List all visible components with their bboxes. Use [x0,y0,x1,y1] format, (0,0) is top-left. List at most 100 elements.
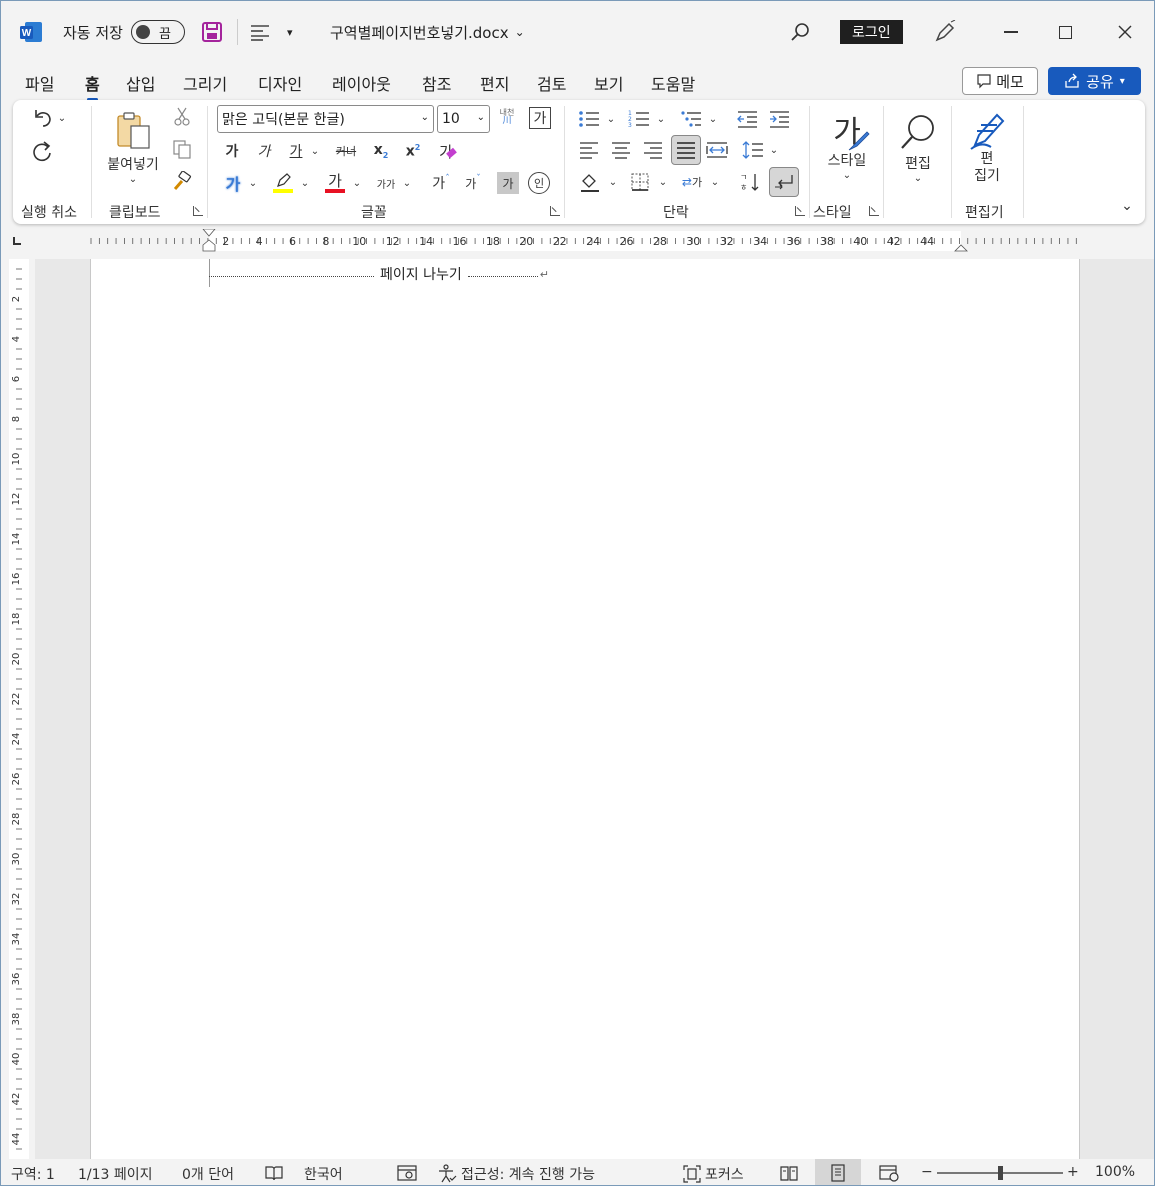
zoom-level[interactable]: 100% [1095,1164,1135,1180]
macro-button[interactable] [397,1164,417,1182]
bold-button[interactable]: 가 [221,138,243,164]
underline-button[interactable]: 가 [285,138,307,164]
align-right-button[interactable] [641,137,665,163]
editing-button[interactable]: 편집 ⌄ [893,106,943,190]
numbering-dropdown[interactable]: ⌄ [655,106,667,132]
justify-button[interactable] [671,135,701,165]
superscript-button[interactable]: x2 [401,138,425,164]
asian-layout-dropdown[interactable]: ⌄ [709,169,721,195]
status-language[interactable]: 한국어 [304,1164,343,1184]
undo-button[interactable]: ⌄ [29,106,69,130]
page-break-marker[interactable]: 페이지 나누기 ↵ [209,265,549,283]
print-layout-button[interactable] [815,1159,861,1185]
editor-button[interactable]: 편 집기 [959,106,1015,190]
multilevel-dropdown[interactable]: ⌄ [707,106,719,132]
paragraph-launcher-icon[interactable] [795,206,805,216]
close-button[interactable] [1105,15,1145,49]
cut-button[interactable] [171,106,193,128]
zoom-slider[interactable] [937,1166,1063,1180]
increase-indent-button[interactable] [767,106,791,132]
status-section[interactable]: 구역: 1 [11,1164,55,1184]
enclosed-char-button[interactable]: 인 [528,172,550,194]
paste-button[interactable]: 붙여넣기 ⌄ [101,106,165,188]
login-button[interactable]: 로그인 [840,19,903,45]
multilevel-list-button[interactable] [679,106,703,132]
char-spacing-dropdown[interactable]: ⌄ [401,170,413,196]
text-effects-dropdown[interactable]: ⌄ [247,170,259,196]
font-launcher-icon[interactable] [550,206,560,216]
asian-layout-button[interactable]: ⇄ 가 [679,169,705,195]
tab-view[interactable]: 보기 [594,71,623,95]
autosave-toggle[interactable]: 끔 [130,20,185,44]
sort-button[interactable]: ㄱ ㅎ [737,169,763,195]
zoom-out-button[interactable]: − [921,1164,933,1180]
shading-button[interactable] [577,169,603,195]
document-page[interactable]: 페이지 나누기 ↵ [90,259,1080,1159]
search-button[interactable] [789,19,811,45]
borders-dropdown[interactable]: ⌄ [657,169,669,195]
vertical-ruler[interactable]: 2468101214161820222426283032343638404244 [1,259,35,1159]
status-page[interactable]: 1/13 페이지 [78,1164,153,1184]
save-button[interactable] [201,19,223,45]
memo-button[interactable]: 메모 [962,67,1038,95]
tab-file[interactable]: 파일 [25,71,54,95]
char-shading-button[interactable]: 가 [497,172,519,194]
document-area[interactable]: 페이지 나누기 ↵ [35,259,1154,1159]
focus-button[interactable]: 포커스 [683,1164,744,1184]
font-color-dropdown[interactable]: ⌄ [351,170,363,196]
tab-mailings[interactable]: 편지 [480,71,509,95]
styles-launcher-icon[interactable] [869,206,879,216]
web-layout-button[interactable] [879,1164,899,1182]
show-marks-button[interactable] [769,167,799,197]
document-title[interactable]: 구역별페이지번호넣기.docx ⌄ [330,19,525,45]
clipboard-launcher-icon[interactable] [193,206,203,216]
font-size-select[interactable]: 10 ⌄ [437,105,490,133]
line-spacing-button[interactable] [741,137,765,163]
highlight-dropdown[interactable]: ⌄ [299,170,311,196]
redo-button[interactable] [29,138,55,164]
numbering-button[interactable]: 1 2 3 [627,106,651,132]
minimize-button[interactable] [991,15,1031,49]
horizontal-ruler[interactable]: 2 4 6 8 10 12 14 16 18 20 22 24 26 28 30 32 34 36 38 40 42 44 [36,229,1081,253]
shrink-font-button[interactable]: 가ˇ [459,170,487,196]
highlight-button[interactable] [271,170,295,196]
distribute-button[interactable] [705,137,729,163]
phonetic-guide-button[interactable]: 내천 川 [495,105,519,129]
format-painter-button[interactable] [171,170,193,192]
decrease-indent-button[interactable] [735,106,759,132]
ruler-corner-tab[interactable] [13,237,21,245]
share-button[interactable]: 공유 ▾ [1048,67,1141,95]
subscript-button[interactable]: x2 [369,138,393,164]
autosave-control[interactable]: 자동 저장 끔 [63,19,185,45]
maximize-button[interactable] [1045,15,1085,49]
borders-button[interactable] [627,169,653,195]
tab-review[interactable]: 검토 [537,71,566,95]
zoom-slider-thumb[interactable] [997,1166,1003,1180]
copy-button[interactable] [171,138,193,160]
proofing-button[interactable] [264,1164,284,1182]
tab-insert[interactable]: 삽입 [126,71,155,95]
tab-references[interactable]: 참조 [422,71,451,95]
pen-button[interactable] [933,19,957,45]
tab-draw[interactable]: 그리기 [183,71,227,95]
shading-dropdown[interactable]: ⌄ [607,169,619,195]
collapse-ribbon-button[interactable]: ⌄ [1117,196,1137,216]
font-color-button[interactable]: 가 [323,170,347,196]
enclose-char-button[interactable]: 가 [529,107,551,129]
tab-layout[interactable]: 레이아웃 [332,71,391,95]
text-effects-button[interactable]: 가 [221,170,245,196]
underline-dropdown[interactable]: ⌄ [309,138,321,164]
bullets-button[interactable] [577,106,601,132]
tab-design[interactable]: 디자인 [258,71,302,95]
customize-qat-icon[interactable]: ▾ [287,19,293,45]
tab-help[interactable]: 도움말 [651,71,695,95]
accessibility-button[interactable]: 접근성: 계속 진행 가능 [437,1164,595,1184]
tab-home[interactable]: 홈 [85,71,100,101]
zoom-in-button[interactable]: + [1067,1164,1079,1180]
char-spacing-button[interactable]: 가가 [373,170,399,196]
align-center-button[interactable] [609,137,633,163]
bullets-dropdown[interactable]: ⌄ [605,106,617,132]
align-left-button[interactable] [577,137,601,163]
strikethrough-button[interactable]: 커너 [333,138,359,164]
clear-format-button[interactable]: 가 [433,138,459,164]
